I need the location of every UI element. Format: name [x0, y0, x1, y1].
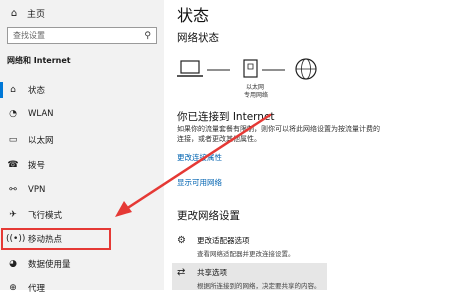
globe-icon: [295, 58, 317, 80]
laptop-icon: [177, 60, 203, 77]
network-status-title: 网络状态: [177, 32, 219, 44]
adapter-options-title: 更改适配器选项: [197, 236, 250, 245]
vpn-icon: ⚯: [9, 185, 17, 195]
home-label: 主页: [27, 9, 46, 20]
proxy-icon: ⊕: [9, 283, 17, 293]
wifi-icon: ◔: [9, 109, 17, 119]
sidebar-item-dialup[interactable]: ☎ 拨号: [0, 154, 164, 176]
airplane-icon: ✈: [9, 210, 17, 220]
ethernet-icon: ▭: [8, 135, 18, 145]
search-input[interactable]: 查找设置 ⚲: [7, 27, 157, 44]
sidebar-item-label: 代理: [28, 284, 46, 294]
sidebar-item-ethernet[interactable]: ▭ 以太网: [0, 129, 164, 151]
change-connection-properties-link[interactable]: 更改连接属性: [177, 152, 222, 163]
section-title: 网络和 Internet: [7, 56, 71, 65]
sidebar-item-label: 数据使用量: [28, 260, 71, 270]
sidebar-item-label: 拨号: [28, 161, 46, 171]
search-icon[interactable]: ⚲: [144, 31, 151, 41]
sharing-options-item[interactable]: ⇄ 共享选项 根据所连接到的网络，决定要共享的内容。: [177, 267, 321, 290]
sidebar-item-vpn[interactable]: ⚯ VPN: [0, 179, 164, 201]
connection-description-2: 连接，或者更改其他属性。: [177, 135, 261, 143]
sidebar-item-status[interactable]: ⌂ 状态: [0, 79, 164, 101]
connection-status: 你已连接到 Internet: [177, 111, 275, 123]
show-available-networks-link[interactable]: 显示可用网络: [177, 177, 222, 188]
main-panel: 状态 网络状态 以太网 专用网络 你已连接到 Internet 如果你的流量套餐…: [164, 0, 474, 290]
adapter-settings-icon: ⚙: [177, 235, 186, 246]
home-nav-item[interactable]: ⌂ 主页: [0, 4, 164, 22]
change-network-settings-title: 更改网络设置: [177, 210, 240, 222]
sidebar-item-proxy[interactable]: ⊕ 代理: [0, 277, 164, 299]
dialup-icon: ☎: [7, 160, 19, 170]
adapter-options-item[interactable]: ⚙ 更改适配器选项 查看网络适配器并更改连接设置。: [177, 235, 295, 258]
data-usage-icon: ◕: [9, 259, 17, 269]
sidebar-item-label: WLAN: [28, 109, 54, 119]
sidebar-item-airplane[interactable]: ✈ 飞行模式: [0, 204, 164, 226]
sidebar-item-label: 以太网: [28, 136, 54, 146]
sidebar-item-wlan[interactable]: ◔ WLAN: [0, 103, 164, 125]
home-icon: ⌂: [10, 7, 18, 19]
home-network-icon: ⌂: [10, 85, 16, 95]
sharing-options-subtitle: 根据所连接到的网络，决定要共享的内容。: [197, 282, 321, 290]
sharing-options-title: 共享选项: [197, 268, 227, 277]
adapter-options-subtitle: 查看网络适配器并更改连接设置。: [197, 250, 295, 258]
connection-description: 如果你的流量套餐有限制，则你可以将此网络设置为按流量计费的: [177, 125, 380, 133]
highlight-box: [1, 228, 111, 250]
sidebar-item-label: 飞行模式: [28, 211, 63, 221]
sidebar-item-data-usage[interactable]: ◕ 数据使用量: [0, 253, 164, 275]
page-title: 状态: [177, 6, 210, 25]
sidebar-item-label: 状态: [28, 86, 46, 96]
search-placeholder: 查找设置: [13, 31, 45, 40]
adapter-network-type: 专用网络: [244, 92, 269, 99]
sidebar-item-label: VPN: [28, 185, 46, 195]
ethernet-adapter-icon: [243, 59, 258, 78]
sidebar: ⌂ 主页 查找设置 ⚲ 网络和 Internet ⌂ 状态 ◔ WLAN ▭ 以…: [0, 0, 164, 294]
sharing-icon: ⇄: [177, 267, 186, 278]
